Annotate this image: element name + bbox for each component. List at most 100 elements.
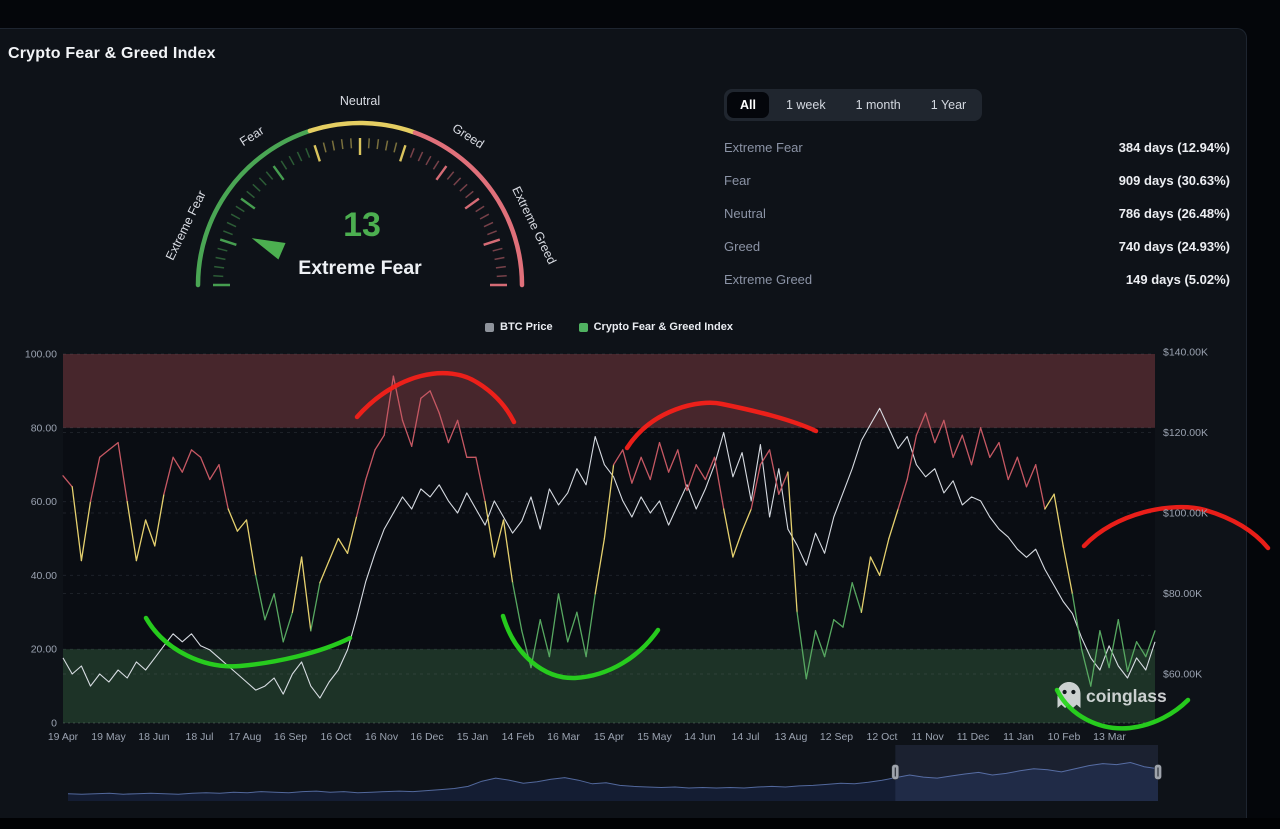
gauge-tick xyxy=(214,267,224,268)
gauge-tick xyxy=(433,161,438,169)
gauge-tick xyxy=(253,184,260,191)
legend-item-crypto-fear-greed-index[interactable]: Crypto Fear & Greed Index xyxy=(579,321,733,333)
gauge-zone-label: Fear xyxy=(237,123,266,149)
gauge-tick xyxy=(259,178,266,185)
gauge-tick xyxy=(447,172,453,180)
legend-swatch xyxy=(579,323,588,332)
fear-greed-gauge: Extreme Fear Fear Neutral Greed Extreme Gree… xyxy=(150,86,570,301)
right-axis-label: $120.00K xyxy=(1163,427,1208,439)
gauge-tick xyxy=(323,143,325,153)
screen: Crypto Fear & Greed Index Extreme Fear Fe… xyxy=(0,0,1280,829)
stats-table: Extreme Fear384 days (12.94%) Fear 909 day… xyxy=(724,131,1230,296)
gauge-value: 13 xyxy=(343,206,381,244)
gauge-tick xyxy=(241,199,255,209)
page-title: Crypto Fear & Greed Index xyxy=(8,45,216,63)
gauge-tick xyxy=(220,240,236,245)
left-axis-label: 60.00 xyxy=(31,496,57,508)
gauge-tick xyxy=(231,214,240,219)
legend-label: BTC Price xyxy=(500,321,553,333)
gauge-tick xyxy=(227,222,236,226)
stat-value: 149 days (5.02%) xyxy=(1126,272,1230,287)
gauge-classification: Extreme Fear xyxy=(298,257,422,279)
stat-value: 740 days (24.93%) xyxy=(1119,239,1230,254)
stat-label: Fear xyxy=(724,173,751,188)
gauge-tick xyxy=(465,199,479,209)
gauge-tick xyxy=(496,267,506,268)
gauge-tick xyxy=(480,214,489,219)
navigator-handle-right[interactable] xyxy=(1155,765,1162,780)
gauge-zone-label: Neutral xyxy=(340,94,380,108)
ghost-eye xyxy=(1063,690,1067,694)
gauge-tick xyxy=(332,141,334,151)
stat-row-greed: Greed740 days (24.93%) xyxy=(724,230,1230,263)
right-axis-label: $60.00K xyxy=(1163,669,1202,681)
gauge-tick xyxy=(497,276,507,277)
gauge-tick xyxy=(218,248,228,250)
gauge-tick xyxy=(487,231,496,235)
gauge-svg: Extreme Fear Fear Neutral Greed Extreme Gree… xyxy=(150,86,570,301)
legend-item-btc-price[interactable]: BTC Price xyxy=(485,321,553,333)
gauge-tick xyxy=(281,161,286,169)
tab-1-month[interactable]: 1 month xyxy=(843,92,914,118)
gauge-tick xyxy=(213,276,223,277)
gauge-tick xyxy=(315,145,320,161)
gauge-tick xyxy=(476,206,484,211)
left-axis-label: 20.00 xyxy=(31,644,57,656)
band xyxy=(63,649,1155,723)
gauge-tick xyxy=(274,166,284,180)
legend-swatch xyxy=(485,323,494,332)
tab-all[interactable]: All xyxy=(727,92,769,118)
fear-greed-panel: Crypto Fear & Greed Index Extreme Fear Fe… xyxy=(0,28,1247,829)
gauge-zone-label: Extreme Greed xyxy=(509,184,559,266)
coinglass-watermark: coinglass xyxy=(1058,682,1167,708)
gauge-tick xyxy=(484,222,493,226)
gauge-tick xyxy=(454,178,461,185)
right-axis-label: $140.00K xyxy=(1163,347,1208,359)
gauge-tick xyxy=(410,148,414,157)
gauge-tick xyxy=(386,141,388,151)
gauge-tick xyxy=(466,191,474,197)
gauge-tick xyxy=(247,191,255,197)
gauge-ring-segment xyxy=(415,133,522,285)
gauge-tick xyxy=(495,257,505,259)
gauge-tick xyxy=(484,240,500,245)
gauge-tick xyxy=(289,156,294,165)
gauge-tick xyxy=(426,156,431,165)
stat-value: 786 days (26.48%) xyxy=(1119,206,1230,221)
stat-value: 384 days (12.94%) xyxy=(1119,140,1230,155)
left-axis-label: 80.00 xyxy=(31,422,57,434)
tab-1-year[interactable]: 1 Year xyxy=(918,92,979,118)
navigator-handle-left[interactable] xyxy=(892,765,899,780)
bottom-bar xyxy=(0,818,1280,829)
gauge-tick xyxy=(436,166,446,180)
left-axis-label: 100.00 xyxy=(25,349,57,361)
gauge-tick xyxy=(223,231,232,235)
stat-label: Extreme Greed xyxy=(724,272,812,287)
range-tabs: All1 week1 month1 Year xyxy=(724,89,982,121)
stat-value: 909 days (30.63%) xyxy=(1119,173,1230,188)
gauge-tick xyxy=(306,148,310,157)
gauge-tick xyxy=(342,139,343,149)
stat-row-extreme-greed: Extreme Greed 149 days (5.02%) xyxy=(724,263,1230,296)
main-chart[interactable]: coinglass100.0080.0060.0040.0020.000$140… xyxy=(0,339,1280,751)
gauge-ring-segment xyxy=(310,123,415,133)
gauge-needle xyxy=(252,238,286,259)
gauge-tick xyxy=(460,184,467,191)
ghost-eye xyxy=(1071,690,1075,694)
stat-label: Neutral xyxy=(724,206,766,221)
gauge-tick xyxy=(216,257,226,259)
legend-label: Crypto Fear & Greed Index xyxy=(594,321,733,333)
gauge-tick xyxy=(493,248,503,250)
navigator-selection[interactable] xyxy=(895,745,1158,801)
navigator[interactable] xyxy=(0,741,1280,813)
watermark-text: coinglass xyxy=(1086,686,1167,706)
gauge-zone-label: Greed xyxy=(450,121,487,151)
gauge-tick xyxy=(394,143,396,153)
right-axis-label: $80.00K xyxy=(1163,588,1202,600)
right-axis-label: $100.00K xyxy=(1163,508,1208,520)
stat-row-extreme-fear: Extreme Fear384 days (12.94%) xyxy=(724,131,1230,164)
gauge-tick xyxy=(236,206,244,211)
left-axis-label: 0 xyxy=(51,718,57,730)
tab-1-week[interactable]: 1 week xyxy=(773,92,839,118)
band xyxy=(63,354,1155,428)
